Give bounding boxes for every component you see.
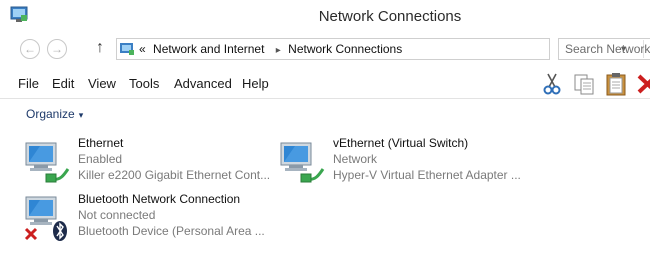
connections-list: Ethernet Enabled Killer e2200 Gigabit Et… — [0, 128, 650, 270]
back-button[interactable]: ← — [20, 39, 40, 59]
address-bar[interactable]: « Network and Internet ▸ Network Connect… — [116, 38, 644, 60]
disconnected-x-icon — [24, 227, 38, 241]
connection-name: Ethernet — [78, 136, 124, 150]
connection-name: vEthernet (Virtual Switch) — [333, 136, 469, 150]
title-bar: Network Connections — [0, 0, 650, 34]
menu-file[interactable]: File — [18, 76, 39, 91]
bluetooth-adapter-icon — [24, 196, 67, 241]
menu-advanced[interactable]: Advanced — [174, 76, 232, 91]
organize-button[interactable]: Organize ▾ — [26, 107, 83, 121]
up-button[interactable]: ↑ — [96, 39, 104, 57]
connection-status: Not connected — [78, 208, 156, 222]
connection-device: Killer e2200 Gigabit Ethernet Cont... — [78, 168, 271, 182]
menu-view[interactable]: View — [88, 76, 116, 91]
breadcrumb-network-and-internet[interactable]: Network and Internet — [153, 42, 264, 56]
scissors-icon[interactable] — [540, 72, 564, 96]
ethernet-adapter-icon — [280, 142, 325, 183]
connection-device: Bluetooth Device (Personal Area ... — [78, 224, 265, 238]
connection-status: Enabled — [78, 152, 123, 166]
network-connections-window: Network Connections ← → ↑ « Network and … — [0, 0, 650, 270]
menu-bar: File Edit View Tools Advanced Help — [0, 68, 650, 98]
connection-status: Network — [333, 152, 378, 166]
organize-label: Organize — [26, 107, 75, 121]
ethernet-adapter-icon — [25, 142, 70, 183]
network-folder-icon — [120, 43, 134, 55]
breadcrumb-separator-icon[interactable]: ▸ — [276, 45, 281, 56]
connection-bluetooth[interactable]: Bluetooth Network Connection Not connect… — [22, 191, 282, 245]
copy-icon[interactable] — [572, 72, 596, 96]
search-box[interactable] — [558, 38, 650, 60]
connection-ethernet[interactable]: Ethernet Enabled Killer e2200 Gigabit Et… — [22, 135, 282, 189]
connection-device: Hyper-V Virtual Ethernet Adapter ... — [333, 168, 521, 182]
menu-tools[interactable]: Tools — [129, 76, 159, 91]
search-input[interactable] — [559, 39, 650, 59]
connection-vethernet[interactable]: vEthernet (Virtual Switch) Network Hyper… — [277, 135, 537, 189]
command-bar: Organize ▾ — [0, 98, 650, 129]
bluetooth-icon — [53, 221, 67, 241]
forward-button[interactable]: → — [47, 39, 67, 59]
menu-edit[interactable]: Edit — [52, 76, 74, 91]
breadcrumb-overflow[interactable]: « — [139, 42, 146, 56]
menu-help[interactable]: Help — [242, 76, 269, 91]
window-title: Network Connections — [318, 8, 462, 25]
connection-name: Bluetooth Network Connection — [78, 192, 241, 206]
navigation-bar: ← → ↑ « Network and Internet ▸ Network C… — [0, 34, 650, 64]
breadcrumb-network-connections[interactable]: Network Connections — [288, 42, 402, 56]
delete-icon[interactable] — [636, 72, 650, 96]
paste-icon[interactable] — [604, 72, 628, 96]
chevron-down-icon: ▾ — [78, 110, 84, 120]
breadcrumb: « Network and Internet ▸ Network Connect… — [139, 42, 406, 56]
